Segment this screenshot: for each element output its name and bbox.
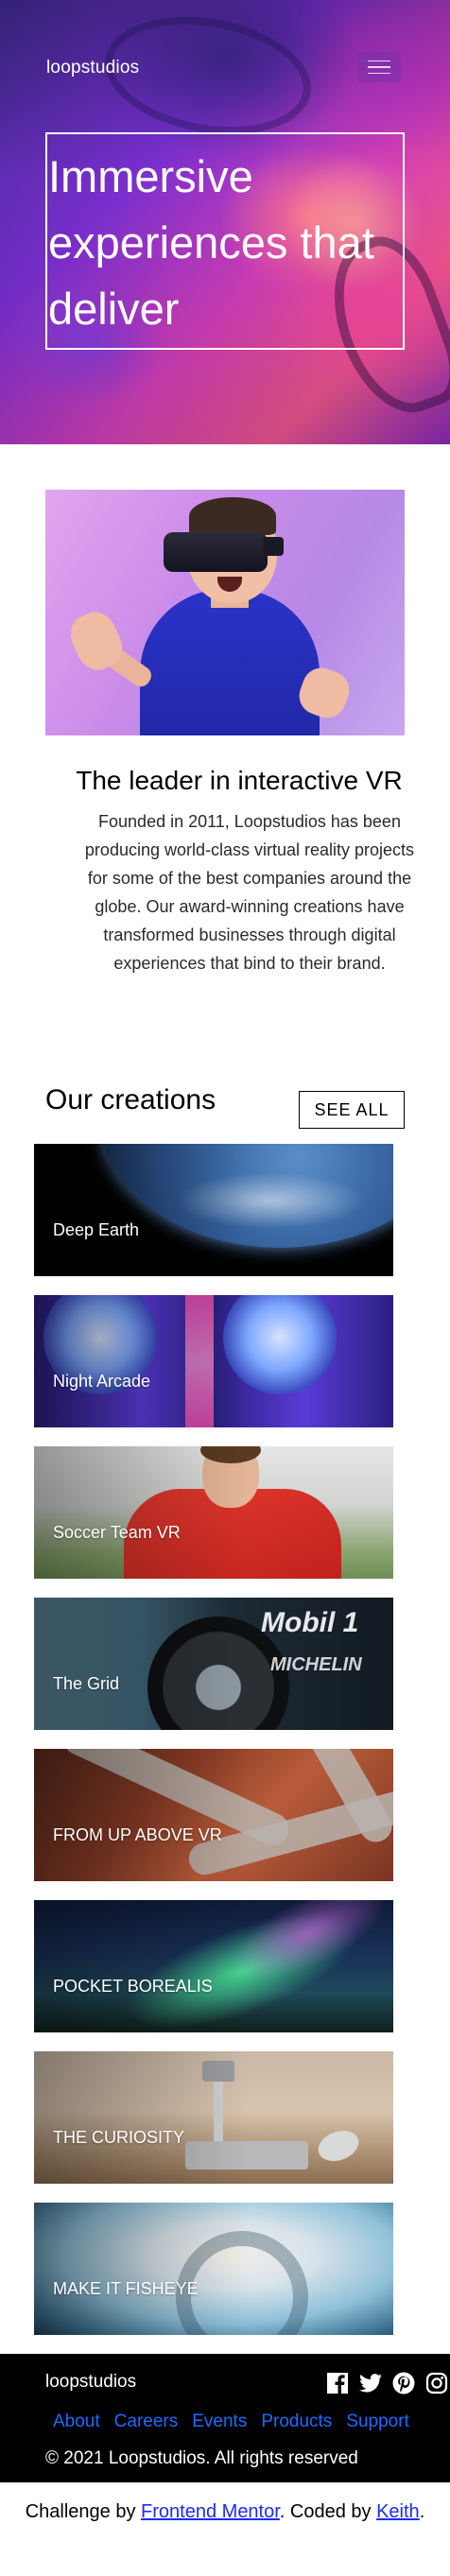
creation-card-the-grid[interactable]: Mobil 1 MICHELIN The Grid — [34, 1598, 393, 1730]
pinterest-icon[interactable] — [391, 2371, 416, 2395]
creation-card-pocket-borealis[interactable]: POCKET BOREALIS — [34, 1900, 393, 2032]
hamburger-menu-icon[interactable] — [357, 52, 401, 82]
vr-headset — [164, 532, 268, 572]
menu-line — [368, 72, 390, 75]
attribution: Challenge by Frontend Mentor. Coded by K… — [0, 2482, 450, 2523]
hero-title: Immersive experiences that deliver — [48, 151, 374, 334]
sponsor-logo: Mobil 1 — [261, 1607, 359, 1638]
earth-image — [100, 1144, 393, 1248]
aurora-image — [216, 1900, 393, 1999]
footer-link-events[interactable]: Events — [192, 2412, 247, 2432]
creation-card-night-arcade[interactable]: Night Arcade — [34, 1295, 393, 1427]
person-body — [140, 589, 320, 735]
hero-title-box: Immersive experiences that deliver — [45, 132, 405, 350]
attribution-prefix: Challenge by — [25, 2501, 142, 2522]
instagram-icon[interactable] — [424, 2371, 449, 2395]
rover-body-image — [185, 2141, 308, 2170]
footer-link-careers[interactable]: Careers — [114, 2412, 179, 2432]
site-logo[interactable]: loopstudios — [46, 58, 139, 78]
rover-camera-image — [202, 2061, 234, 2082]
copyright-text: © 2021 Loopstudios. All rights reserved — [45, 2448, 358, 2468]
vr-headset-image — [45, 490, 405, 735]
creation-card-the-curiosity[interactable]: THE CURIOSITY — [34, 2051, 393, 2184]
menu-line — [368, 66, 390, 68]
top-navigation: loopstudios — [0, 0, 450, 132]
footer-link-about[interactable]: About — [53, 2412, 100, 2432]
rover-mast-image — [214, 2066, 223, 2170]
author-link[interactable]: Keith — [376, 2501, 420, 2522]
winding-road-image — [294, 1749, 393, 1848]
footer-logo[interactable]: loopstudios — [45, 2372, 136, 2393]
creation-card-deep-earth[interactable]: Deep Earth — [34, 1144, 393, 1276]
social-links — [325, 2371, 449, 2395]
creation-card-label: Night Arcade — [53, 1372, 151, 1391]
vr-headset-strap — [263, 537, 284, 556]
creations-header: Our creations SEE ALL — [0, 1081, 450, 1131]
footer-link-support[interactable]: Support — [346, 2412, 409, 2432]
creation-card-label: THE CURIOSITY — [53, 2128, 185, 2147]
rover-dish-image — [314, 2125, 363, 2167]
frontend-mentor-link[interactable]: Frontend Mentor — [141, 2501, 280, 2522]
site-footer: loopstudios About Careers Events Product… — [0, 2354, 450, 2482]
twitter-icon[interactable] — [358, 2371, 383, 2395]
sponsor-logo: MICHELIN — [270, 1654, 362, 1675]
creation-card-label: MAKE IT FISHEYE — [53, 2279, 199, 2298]
cloud-texture — [176, 1172, 365, 1229]
creations-section: Our creations SEE ALL Deep Earth Night A… — [0, 977, 450, 2335]
creation-card-soccer-team-vr[interactable]: Soccer Team VR — [34, 1446, 393, 1579]
intro-text: Founded in 2011, Loopstudios has been pr… — [84, 812, 415, 973]
footer-link-products[interactable]: Products — [261, 2412, 332, 2432]
creations-title: Our creations — [45, 1084, 216, 1115]
player-hair — [200, 1446, 261, 1463]
creation-card-label: The Grid — [53, 1674, 120, 1693]
creations-list: Deep Earth Night Arcade Soccer Team VR M… — [0, 1131, 450, 2335]
creation-card-label: POCKET BOREALIS — [53, 1977, 213, 1996]
creation-card-make-it-fisheye[interactable]: MAKE IT FISHEYE — [34, 2203, 393, 2335]
creation-card-label: Deep Earth — [53, 1220, 140, 1239]
creation-card-label: Soccer Team VR — [53, 1523, 181, 1542]
attribution-middle: . Coded by — [279, 2501, 377, 2522]
creation-card-from-up-above-vr[interactable]: FROM UP ABOVE VR — [34, 1749, 393, 1881]
facebook-icon[interactable] — [325, 2371, 350, 2395]
footer-navigation: About Careers Events Products Support — [53, 2412, 409, 2432]
see-all-button[interactable]: SEE ALL — [299, 1091, 405, 1129]
player-head — [202, 1446, 259, 1508]
hero-section: loopstudios Immersive experiences that d… — [0, 0, 450, 444]
intro-section: The leader in interactive VR Founded in … — [0, 444, 450, 977]
aurora-image — [112, 1900, 372, 2032]
menu-line — [368, 60, 390, 62]
attribution-suffix: . — [419, 2501, 425, 2522]
creation-card-label: FROM UP ABOVE VR — [53, 1825, 222, 1844]
intro-title: The leader in interactive VR — [76, 766, 403, 795]
person-hair — [189, 497, 276, 535]
neon-glow — [185, 1295, 214, 1427]
arcade-button-image — [223, 1295, 337, 1394]
